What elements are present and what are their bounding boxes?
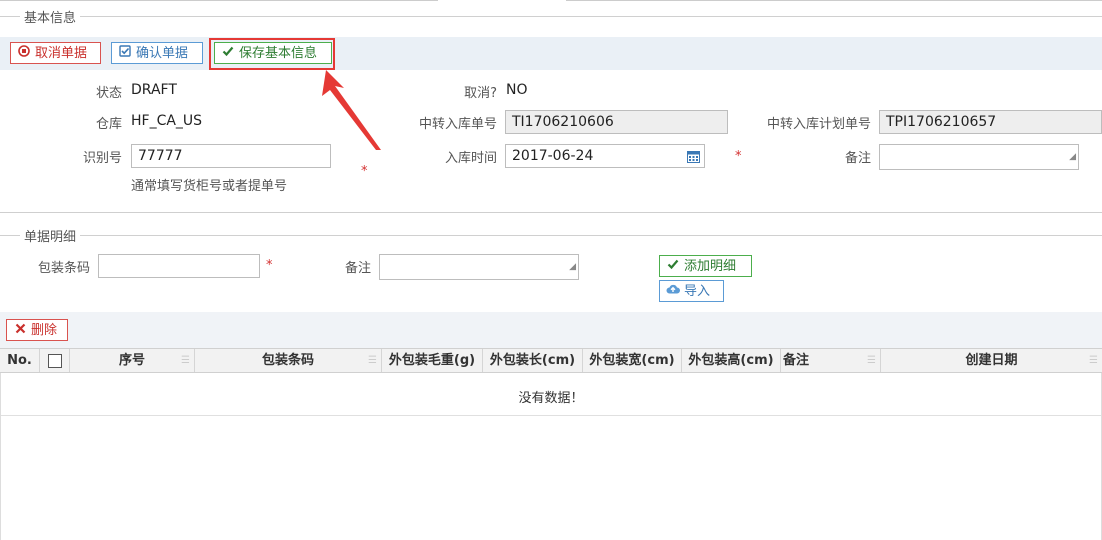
import-label: 导入 <box>684 284 711 299</box>
detail-remark-textarea[interactable]: ◢ <box>379 254 579 280</box>
section-divider <box>0 212 1102 213</box>
stop-circle-icon <box>17 43 31 65</box>
calendar-icon[interactable] <box>687 145 700 167</box>
inbound-time-input[interactable]: 2017-06-24 <box>505 144 705 168</box>
grid-toolbar <box>0 312 1102 348</box>
section-legend-basic: 基本信息 <box>20 7 81 26</box>
column-header-barcode-label: 包装条码 <box>261 353 314 368</box>
column-header-created-label: 创建日期 <box>965 353 1018 368</box>
transfer-plan-field[interactable]: TPI1706210657 <box>879 110 1102 134</box>
transfer-no-field[interactable]: TI1706210606 <box>505 110 728 134</box>
resize-grip-icon[interactable]: ◢ <box>1069 146 1076 168</box>
annotation-highlight-box <box>209 38 335 70</box>
tab-strip-line-left <box>0 0 438 1</box>
transfer-plan-label: 中转入库计划单号 <box>766 117 871 132</box>
column-header-weight[interactable]: 外包装毛重(g) <box>382 349 483 372</box>
row-divider <box>1 415 1101 416</box>
inbound-time-label: 入库时间 <box>444 151 497 166</box>
times-icon <box>13 320 27 342</box>
barcode-input[interactable] <box>98 254 260 278</box>
cancel-document-button[interactable]: 取消单据 <box>10 42 101 64</box>
id-label: 识别号 <box>82 151 122 166</box>
remark-label: 备注 <box>844 151 871 166</box>
column-header-created[interactable]: 创建日期 ☰ <box>881 349 1102 372</box>
column-menu-icon[interactable]: ☰ <box>368 349 377 372</box>
select-all-checkbox[interactable] <box>47 353 62 368</box>
column-menu-icon[interactable]: ☰ <box>867 349 876 372</box>
cancelled-value: NO <box>506 82 528 98</box>
column-menu-icon[interactable]: ☰ <box>181 349 190 372</box>
remark-textarea[interactable]: ◢ <box>879 144 1079 170</box>
delete-button[interactable]: 删除 <box>6 319 68 341</box>
check-square-icon <box>118 43 132 65</box>
column-header-select-all[interactable] <box>40 349 70 372</box>
resize-grip-icon[interactable]: ◢ <box>569 256 576 278</box>
add-detail-label: 添加明细 <box>684 259 737 274</box>
status-value: DRAFT <box>131 82 177 98</box>
status-label: 状态 <box>95 86 122 101</box>
detail-remark-label: 备注 <box>344 261 371 276</box>
section-legend-detail: 单据明细 <box>20 226 81 245</box>
column-header-width[interactable]: 外包装宽(cm) <box>583 349 682 372</box>
empty-message: 没有数据！ <box>518 391 584 406</box>
basic-toolbar: 取消单据 确认单据 保存基本信息 <box>0 37 1102 70</box>
column-header-height[interactable]: 外包装高(cm) <box>682 349 781 372</box>
grid-header: No. 序号 ☰ 包装条码 ☰ 外包装毛重(g) 外包装长(cm) 外包装宽(cm)… <box>0 348 1102 373</box>
column-header-length[interactable]: 外包装长(cm) <box>483 349 583 372</box>
tab-strip-line-right <box>566 0 1102 1</box>
inbound-time-value: 2017-06-24 <box>512 148 594 164</box>
warehouse-value: HF_CA_US <box>131 113 203 129</box>
cancel-document-label: 取消单据 <box>35 46 88 61</box>
confirm-document-label: 确认单据 <box>136 46 189 61</box>
check-icon <box>666 256 680 278</box>
column-header-barcode[interactable]: 包装条码 ☰ <box>195 349 382 372</box>
id-hint: 通常填写货柜号或者提单号 <box>131 179 288 194</box>
add-detail-button[interactable]: 添加明细 <box>659 255 752 277</box>
column-header-no[interactable]: No. <box>0 349 40 372</box>
id-required-mark: * <box>361 164 368 179</box>
barcode-required-mark: * <box>266 258 273 273</box>
cloud-upload-icon <box>666 281 680 303</box>
annotation-arrow <box>322 70 381 150</box>
column-header-remark[interactable]: 备注 ☰ <box>781 349 881 372</box>
warehouse-label: 仓库 <box>95 117 122 132</box>
fieldset-border <box>0 16 1102 17</box>
confirm-document-button[interactable]: 确认单据 <box>111 42 203 64</box>
inbound-time-required-mark: * <box>735 149 742 164</box>
barcode-label: 包装条码 <box>37 261 90 276</box>
column-header-remark-label: 备注 <box>783 353 810 368</box>
import-button[interactable]: 导入 <box>659 280 724 302</box>
transfer-no-label: 中转入库单号 <box>418 117 497 132</box>
grid-body: 没有数据！ <box>0 373 1102 540</box>
column-header-seq-label: 序号 <box>118 353 145 368</box>
column-header-seq[interactable]: 序号 ☰ <box>70 349 195 372</box>
id-input[interactable]: 77777 <box>131 144 331 168</box>
fieldset-border-detail <box>0 235 1102 236</box>
delete-label: 删除 <box>31 323 58 338</box>
cancelled-label: 取消? <box>464 86 497 101</box>
column-menu-icon[interactable]: ☰ <box>1089 349 1098 372</box>
